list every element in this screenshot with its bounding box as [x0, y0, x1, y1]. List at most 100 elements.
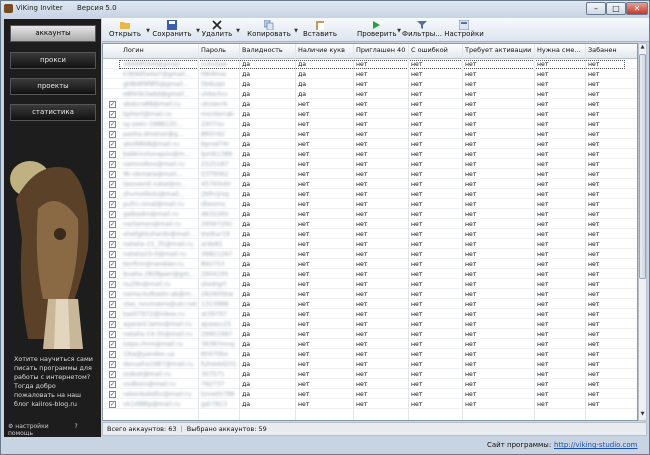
col-cookies[interactable]: Наличие кукв	[298, 46, 345, 54]
row-checkbox[interactable]: ✓	[109, 391, 116, 398]
row-checkbox[interactable]: ✓	[109, 341, 116, 348]
scroll-down-icon[interactable]: ▼	[639, 411, 646, 420]
vertical-scrollbar[interactable]: ▲ ▼	[638, 43, 647, 421]
row-checkbox[interactable]: ✓	[109, 121, 116, 128]
table-row[interactable]: ✓ vamnolkov@mail.ru 2525187 да нет нет нет нет н…	[103, 160, 637, 169]
row-checkbox[interactable]: ✓	[109, 361, 116, 368]
table-row[interactable]: ✓ galkaskn@mail.ru 4632265 да нет нет нет нет не…	[103, 210, 637, 219]
row-checkbox[interactable]: ✓	[109, 331, 116, 338]
table-row[interactable]: ✓ nartamen@mail.ru 29567291 да нет нет нет нет н…	[103, 220, 637, 229]
close-button[interactable]: ✕	[626, 2, 648, 15]
col-invited[interactable]: Приглашен 40	[356, 46, 405, 54]
save-button[interactable]: Сохранить ▼	[150, 19, 200, 41]
row-checkbox[interactable]: ✓	[109, 241, 116, 248]
row-checkbox[interactable]: ✓	[109, 221, 116, 228]
row-checkbox[interactable]: ✓	[109, 211, 116, 218]
row-checkbox[interactable]: ✓	[109, 161, 116, 168]
table-row[interactable]: ✓ natalia-14-35@mail.ru 29951987 да нет нет не…	[103, 330, 637, 339]
col-validity[interactable]: Валидность	[242, 46, 283, 54]
row-checkbox[interactable]: ✓	[109, 251, 116, 258]
table-row[interactable]: k3b9d5e4a7@gmail... fdk9mai да да нет нет нет н…	[103, 70, 637, 79]
nav-proxy[interactable]: прокси	[10, 52, 96, 69]
row-checkbox[interactable]: ✓	[109, 271, 116, 278]
open-button[interactable]: Открыть ▼	[106, 19, 150, 41]
table-row[interactable]: gt9b6f9f8f5@gmail... 5b6ulpt да да нет нет нет…	[103, 80, 637, 89]
nav-accounts[interactable]: аккаунты	[10, 25, 96, 42]
table-row[interactable]: ✓ pufni.ronal@mail.ru dkeoms да нет нет нет нет…	[103, 200, 637, 209]
scroll-up-icon[interactable]: ▲	[639, 44, 646, 53]
row-checkbox[interactable]: ✓	[109, 191, 116, 198]
col-change[interactable]: Нужна сме...	[537, 46, 581, 54]
table-row[interactable]: ✓ natalia-15_35@mail.ru ardo81 да нет нет нет н…	[103, 240, 637, 249]
table-row[interactable]: ✓ pasha.dmenor@g... 8RSY42 да нет нет нет нет не…	[103, 130, 637, 139]
copy-button[interactable]: Копировать ▼	[246, 19, 298, 41]
table-row[interactable]: ✓ shallgkkuhardv@mail... stalkar19 да нет нет…	[103, 230, 637, 239]
col-login[interactable]: Логин	[123, 46, 144, 54]
table-row[interactable]: ✓ sy-seen-1988120... 2407xu да нет нет нет нет н…	[103, 120, 637, 129]
table-row[interactable]: ✓ zhvmotkolu@mail... 2bfnrjrsq да нет нет нет н…	[103, 190, 637, 199]
site-link[interactable]: http://viking-studio.com	[554, 441, 638, 449]
sidebar-settings-link[interactable]: ⚙ настройки	[8, 423, 61, 430]
table-row[interactable]: ✓ lutpo.rhrin@mail.ru 36387mnq да нет нет нет н…	[103, 340, 637, 349]
row-checkbox[interactable]: ✓	[109, 281, 116, 288]
table-row[interactable]: ✓ bphert@mail.ru monterrab да нет нет нет нет не…	[103, 110, 637, 119]
table-row[interactable]: ✓ vlas_novinaero@ukr.net 1313988 да нет нет не…	[103, 300, 637, 309]
col-password[interactable]: Пароль	[201, 46, 226, 54]
accounts-grid[interactable]: Логин Пароль Валидность Наличие кукв При…	[102, 43, 638, 421]
minimize-button[interactable]: –	[586, 2, 606, 15]
table-row[interactable]: ✓ vk1488tp@mail.ru gdr7813 да нет нет нет нет не…	[103, 400, 637, 409]
row-checkbox[interactable]: ✓	[109, 351, 116, 358]
col-banned[interactable]: Забанен	[588, 46, 617, 54]
settings-button[interactable]: Настройки	[444, 19, 484, 41]
table-row[interactable]: ✓ vodkorn@mail.ru 792737 да нет нет нет нет нет н…	[103, 380, 637, 389]
table-row[interactable]: ✓ nama.kutkashr.ab@m... 282605kw да нет нет не…	[103, 290, 637, 299]
filters-button[interactable]: Фильтры...	[402, 19, 442, 41]
nav-projects[interactable]: проекты	[10, 78, 96, 95]
maximize-button[interactable]: □	[606, 2, 626, 15]
table-row[interactable]: ✓ lasovenit.natal@m... 45793nkt да нет нет нет…	[103, 180, 637, 189]
table-row[interactable]: ✓ babkinvlunapov@m... lpmb1389 да нет нет нет н…	[103, 150, 637, 159]
table-row[interactable]: ✓ kastl7972@inbox.ru at39797 да нет нет нет нет…	[103, 310, 637, 319]
row-checkbox[interactable]: ✓	[109, 181, 116, 188]
table-row[interactable]: ✓ abdura88@mail.ru ukrsecrk да нет нет нет нет н…	[103, 100, 637, 109]
row-checkbox[interactable]: ✓	[109, 261, 116, 268]
table-row[interactable]: ✓ rabenkabdkv@mail.ru knnet5798 да нет нет нет…	[103, 390, 637, 399]
table-row[interactable]: ✓ buaha.2828pwn@gm... 2904195 да нет нет нет не…	[103, 270, 637, 279]
copy-dropdown-icon[interactable]: ▼	[294, 28, 298, 34]
row-checkbox[interactable]: ✓	[109, 311, 116, 318]
paste-button[interactable]: Вставить	[301, 19, 339, 41]
row-checkbox[interactable]: ✓	[109, 201, 116, 208]
scroll-thumb[interactable]	[639, 54, 646, 279]
row-checkbox[interactable]: ✓	[109, 231, 116, 238]
table-row[interactable]: e8f45b3a6d@gmail... uhbe3vv да да нет нет нет н…	[103, 90, 637, 99]
check-dropdown-icon[interactable]: ▼	[397, 28, 401, 34]
table-row[interactable]: ✓ 1lka@yandex.ua 8567tlko да нет нет нет нет нет…	[103, 350, 637, 359]
row-checkbox[interactable]: ✓	[109, 151, 116, 158]
table-row[interactable]: ✓ agaranl.lamo@mail.ru apaasu25 да нет нет нет…	[103, 320, 637, 329]
row-checkbox[interactable]: ✓	[109, 291, 116, 298]
table-row[interactable]: ✓ borfirin@rambler.ru 892753 да нет нет нет нет…	[103, 260, 637, 269]
table-row[interactable]: ✓ danusha1987@mail.ru fuhiedd2011 да нет нет н…	[103, 360, 637, 369]
row-checkbox[interactable]: ✓	[109, 101, 116, 108]
row-checkbox[interactable]: ✓	[109, 321, 116, 328]
table-row[interactable]: ✓ akol9848@mail.ru bprod74r да нет нет нет нет н…	[103, 140, 637, 149]
row-checkbox[interactable]: ✓	[109, 381, 116, 388]
delete-button[interactable]: Удалить ▼	[200, 19, 240, 41]
table-cell: нет	[298, 381, 310, 388]
col-activation[interactable]: Требует активации	[465, 46, 531, 54]
row-checkbox[interactable]: ✓	[109, 401, 116, 408]
table-row[interactable]: ✓ natalia15-0@mail.ru 39821267 да нет нет нет н…	[103, 250, 637, 259]
row-checkbox[interactable]: ✓	[109, 131, 116, 138]
table-row[interactable]: ✓ 9k-okmwia@mail... S3T9062 да нет нет нет нет н…	[103, 170, 637, 179]
check-button[interactable]: Проверить ▼	[357, 19, 401, 41]
nav-statistics[interactable]: статистика	[10, 104, 96, 121]
table-row[interactable]: ✓ nu29n@mail.ru sksdrgrt да нет нет нет нет нет н…	[103, 280, 637, 289]
col-error[interactable]: С ошибкой	[411, 46, 448, 54]
row-checkbox[interactable]: ✓	[109, 111, 116, 118]
row-checkbox[interactable]: ✓	[109, 301, 116, 308]
row-checkbox[interactable]: ✓	[109, 371, 116, 378]
row-checkbox[interactable]: ✓	[109, 171, 116, 178]
row-checkbox[interactable]: ✓	[109, 141, 116, 148]
table-row[interactable]: ✓ zzdost@mail.ru 307571 да нет нет нет нет нет не…	[103, 370, 637, 379]
delete-dropdown-icon[interactable]: ▼	[236, 28, 240, 34]
